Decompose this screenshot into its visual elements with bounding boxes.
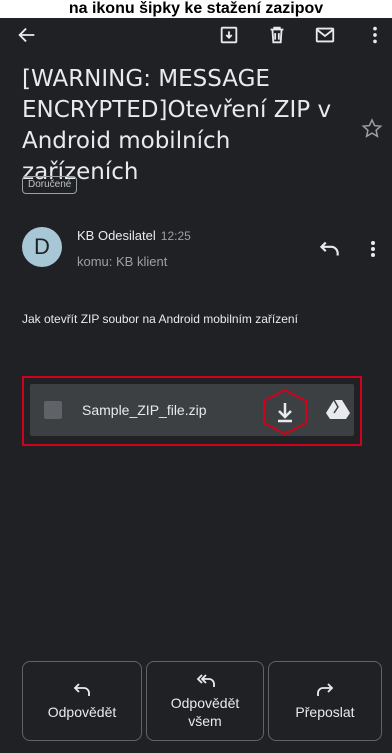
sender-line[interactable]: KB Odesilatel 12:25 — [77, 228, 191, 243]
reply-label: Odpovědět — [47, 704, 117, 720]
google-drive-icon[interactable] — [326, 398, 350, 420]
reply-icon[interactable] — [316, 236, 342, 262]
toolbar — [0, 18, 392, 52]
attachment-file-name: Sample_ZIP_file.zip — [82, 402, 207, 418]
reply-all-button[interactable]: Odpovědět všem — [146, 661, 264, 741]
instruction-banner: na ikonu šipky ke stažení zazipov — [0, 0, 392, 18]
more-vert-icon[interactable] — [362, 22, 388, 48]
forward-label: Přeposlat — [295, 704, 355, 720]
reply-all-icon — [196, 674, 215, 687]
email-body: Jak otevřít ZIP soubor na Android mobiln… — [22, 312, 298, 326]
forward-button[interactable]: Přeposlat — [268, 661, 382, 741]
archive-icon[interactable] — [216, 22, 242, 48]
envelope-icon[interactable] — [312, 22, 338, 48]
trash-icon[interactable] — [264, 22, 290, 48]
download-icon[interactable] — [260, 388, 310, 436]
email-time: 12:25 — [160, 229, 191, 243]
reply-all-label: Odpovědět všem — [170, 695, 240, 729]
forward-icon — [317, 683, 334, 696]
inbox-label-chip[interactable]: Doručené — [22, 176, 78, 194]
sender-avatar[interactable]: D — [22, 227, 62, 267]
zip-file-icon — [44, 401, 62, 419]
reply-icon — [73, 683, 90, 696]
star-icon[interactable] — [360, 117, 384, 141]
email-subject: [WARNING: MESSAGE ENCRYPTED]Otevření ZIP… — [22, 66, 332, 185]
reply-button[interactable]: Odpovědět — [22, 661, 142, 741]
recipient-line[interactable]: komu: KB klient — [77, 254, 167, 269]
back-arrow-icon[interactable] — [14, 22, 40, 48]
sender-name: KB Odesilatel — [77, 228, 156, 243]
message-more-icon[interactable] — [362, 236, 384, 262]
